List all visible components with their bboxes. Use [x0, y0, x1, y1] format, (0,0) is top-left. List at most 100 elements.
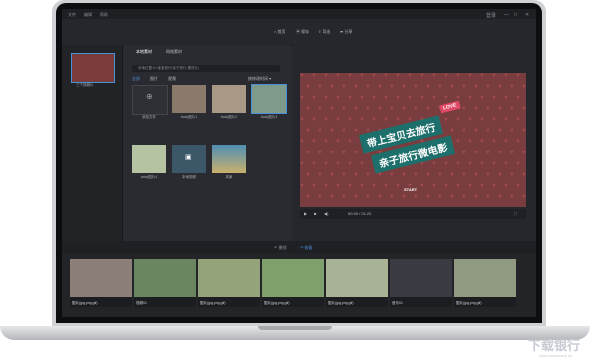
heart-pattern-icon: ♥ — [402, 84, 406, 90]
heart-pattern-icon: ♥ — [480, 117, 484, 123]
heart-pattern-icon: ♥ — [312, 117, 316, 123]
heart-pattern-icon: ♥ — [414, 106, 418, 112]
play-icon[interactable]: ▶ — [304, 211, 307, 216]
media-item-baby2[interactable] — [212, 85, 246, 113]
heart-pattern-icon: ♥ — [342, 106, 346, 112]
stop-icon[interactable]: ■ — [314, 211, 316, 216]
heart-pattern-icon: ♥ — [498, 172, 502, 178]
heart-pattern-icon: ♥ — [330, 150, 334, 156]
heart-pattern-icon: ♥ — [324, 139, 328, 145]
heart-pattern-icon: ♥ — [324, 117, 328, 123]
timeline-clip[interactable]: 图片(jpg,png,gif) — [262, 259, 324, 307]
heart-pattern-icon: ♥ — [396, 183, 400, 189]
heart-pattern-icon: ♥ — [360, 73, 364, 79]
heart-pattern-icon: ♥ — [378, 172, 382, 178]
timeline-clip[interactable]: 图片(jpg,png,gif) — [326, 259, 388, 307]
menu-edit[interactable]: 编辑 — [84, 12, 92, 18]
media-item-label: baby图片3 — [260, 115, 278, 119]
path-bar[interactable]: 本地位置:D:\宝宝旅行\亲子旅行-素材(1) — [132, 65, 280, 72]
heart-pattern-icon: ♥ — [408, 73, 412, 79]
heart-pattern-icon: ♥ — [372, 73, 376, 79]
clip-name: 图片(jpg,png,gif) — [456, 301, 482, 305]
heart-pattern-icon: ♥ — [366, 194, 370, 200]
media-item-baby3[interactable] — [251, 84, 287, 114]
heart-pattern-icon: ♥ — [372, 95, 376, 101]
heart-pattern-icon: ♥ — [300, 117, 304, 123]
menu-help[interactable]: 帮助 — [100, 12, 108, 18]
login-button[interactable]: 登录 — [486, 12, 496, 19]
media-item-video[interactable]: ▣ — [172, 145, 206, 173]
timeline-clip[interactable]: 图片(jpg,png,gif) — [454, 259, 516, 307]
minimize-button[interactable]: — — [504, 12, 509, 18]
heart-pattern-icon: ♥ — [516, 95, 520, 101]
maximize-button[interactable]: □ — [514, 12, 517, 18]
heart-pattern-icon: ♥ — [486, 84, 490, 90]
subtab-image[interactable]: 图片 — [150, 76, 158, 82]
menu-file[interactable]: 文件 — [68, 12, 76, 18]
heart-pattern-icon: ♥ — [384, 117, 388, 123]
time-display: 00:30 / 01:22 — [348, 211, 372, 216]
heart-pattern-icon: ♥ — [462, 150, 466, 156]
heart-pattern-icon: ♥ — [390, 84, 394, 90]
heart-pattern-icon: ♥ — [438, 172, 442, 178]
media-item-label: 添加文件 — [142, 115, 156, 119]
heart-pattern-icon: ♥ — [432, 183, 436, 189]
heart-pattern-icon: ♥ — [432, 161, 436, 167]
heart-pattern-icon: ♥ — [498, 150, 502, 156]
heart-pattern-icon: ♥ — [336, 161, 340, 167]
heart-pattern-icon: ♥ — [306, 194, 310, 200]
heart-pattern-icon: ♥ — [348, 161, 352, 167]
subtab-all[interactable]: 全部 — [132, 76, 140, 82]
redo-button[interactable]: ↷ 恢复 — [300, 245, 312, 251]
heart-pattern-icon: ♥ — [492, 73, 496, 79]
heart-pattern-icon: ♥ — [318, 194, 322, 200]
heart-pattern-icon: ♥ — [444, 183, 448, 189]
heart-pattern-icon: ♥ — [366, 172, 370, 178]
share-label: 分享 — [344, 29, 353, 34]
media-item-baby1[interactable] — [172, 85, 206, 113]
heart-pattern-icon: ♥ — [450, 194, 454, 200]
save-button[interactable]: ▣ 保存 — [296, 29, 309, 35]
clip-name: 音乐01 — [392, 301, 403, 305]
volume-icon[interactable]: ◀) — [324, 211, 328, 216]
media-item-baby4[interactable] — [132, 145, 166, 173]
add-file-tile[interactable]: ⊕ — [132, 85, 168, 115]
player-controls: ▶ ■ ◀) 00:30 / 01:22 ⛶ — [300, 209, 526, 219]
toolbar: ⌂ 首页 ▣ 保存 ⇪ 导出 ➦ 分享 — [62, 19, 536, 46]
share-button[interactable]: ➦ 分享 — [340, 29, 352, 35]
clip-name: 图片(jpg,png,gif) — [200, 301, 226, 305]
heart-pattern-icon: ♥ — [522, 84, 526, 90]
timeline-clip[interactable]: 图片(jpg,png,gif) — [70, 259, 132, 307]
heart-pattern-icon: ♥ — [468, 73, 472, 79]
watermark-url: www.downbank.cn — [538, 353, 572, 358]
video-preview[interactable]: ♥ ♥ ♥ ♥ ♥ ♥ ♥ ♥ ♥ ♥ ♥ ♥ ♥ ♥ ♥ ♥ ♥ ♥ ♥ ♥ ♥ ♥ ♥ ♥ ♥ ♥ ♥ ♥ ♥ ♥ ♥ ♥ ♥ ♥ ♥ ♥ ♥ ♥ ♥ ♥… — [300, 73, 526, 207]
home-button[interactable]: ⌂ 首页 — [274, 29, 286, 35]
heart-pattern-icon: ♥ — [330, 84, 334, 90]
heart-pattern-icon: ♥ — [330, 194, 334, 200]
close-button[interactable]: ✕ — [525, 12, 529, 18]
heart-pattern-icon: ♥ — [498, 194, 502, 200]
heart-pattern-icon: ♥ — [432, 95, 436, 101]
heart-pattern-icon: ♥ — [360, 95, 364, 101]
undo-button[interactable]: ↶ 撤销 — [274, 245, 286, 251]
heart-pattern-icon: ♥ — [330, 172, 334, 178]
fullscreen-icon[interactable]: ⛶ — [514, 211, 517, 216]
export-button[interactable]: ⇪ 导出 — [318, 29, 330, 35]
subtab-video[interactable]: 视频 — [168, 76, 176, 82]
heart-pattern-icon: ♥ — [312, 183, 316, 189]
heart-pattern-icon: ♥ — [336, 117, 340, 123]
tab-local[interactable]: 本地素材 — [136, 49, 152, 55]
media-item-landscape[interactable] — [212, 145, 246, 173]
heart-pattern-icon: ♥ — [456, 73, 460, 79]
heart-pattern-icon: ♥ — [480, 183, 484, 189]
timeline-clip[interactable]: 音乐01 — [390, 259, 452, 307]
heart-pattern-icon: ♥ — [348, 95, 352, 101]
heart-pattern-icon: ♥ — [300, 183, 304, 189]
timeline-clip[interactable]: 视频01 — [134, 259, 196, 307]
heart-pattern-icon: ♥ — [444, 161, 448, 167]
scene-thumbnail[interactable] — [71, 53, 115, 83]
sort-select[interactable]: 按修改时间 ▾ — [248, 76, 271, 82]
timeline-clip[interactable]: 图片(jpg,png,gif) — [198, 259, 260, 307]
tab-online[interactable]: 网络素材 — [166, 49, 182, 55]
heart-pattern-icon: ♥ — [420, 73, 424, 79]
